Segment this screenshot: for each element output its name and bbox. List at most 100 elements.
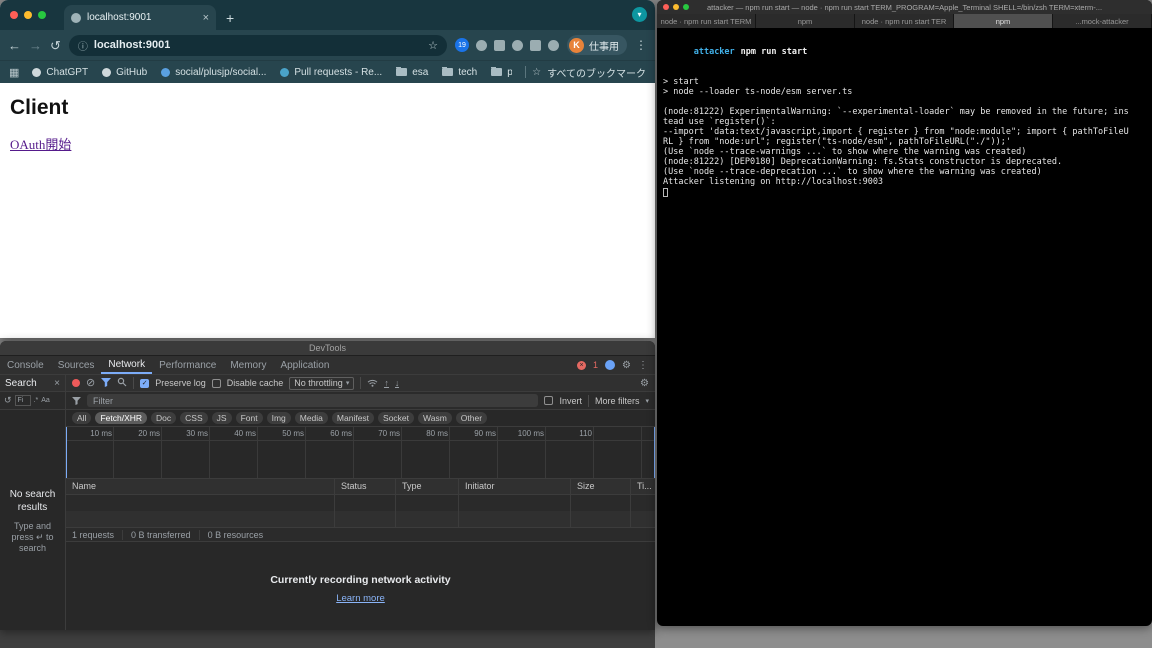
network-conditions-icon[interactable]: [367, 374, 378, 392]
network-filter-chip[interactable]: CSS: [180, 412, 208, 424]
devtools-menu-icon[interactable]: ⋮: [638, 360, 648, 371]
devtools-panel-tab[interactable]: Memory: [223, 356, 273, 374]
network-filter-chip[interactable]: Doc: [151, 412, 177, 424]
zoom-button[interactable]: [683, 4, 689, 10]
invert-label[interactable]: Invert: [559, 396, 582, 406]
network-filter-chip[interactable]: Wasm: [418, 412, 452, 424]
zoom-button[interactable]: [38, 11, 46, 19]
extension-icon[interactable]: [494, 39, 505, 51]
back-icon[interactable]: ←: [8, 39, 21, 52]
search-input[interactable]: Fi: [14, 395, 31, 406]
forward-icon[interactable]: →: [29, 39, 42, 52]
network-filter-chip[interactable]: Font: [235, 412, 263, 424]
export-har-icon[interactable]: ↓: [394, 378, 400, 388]
network-column-header[interactable]: Name: [66, 479, 335, 494]
bookmark-item[interactable]: ChatGPT: [32, 67, 88, 78]
extension-badge-icon[interactable]: 19: [455, 38, 469, 52]
devtools-titlebar: DevTools: [0, 341, 655, 356]
bookmark-item[interactable]: social/plusjp/social...: [161, 67, 266, 78]
extension-icon[interactable]: [548, 39, 559, 51]
issues-count-icon[interactable]: [605, 360, 616, 370]
bookmark-item[interactable]: Pull requests - Re...: [280, 67, 382, 78]
close-search-panel-icon[interactable]: ×: [54, 378, 60, 389]
terminal-tab[interactable]: npm: [954, 14, 1053, 28]
invert-checkbox[interactable]: [544, 396, 554, 405]
terminal-tab[interactable]: npm: [756, 14, 855, 28]
network-settings-gear-icon[interactable]: ⚙: [640, 378, 649, 389]
network-column-header[interactable]: Initiator: [459, 479, 571, 494]
learn-more-link[interactable]: Learn more: [336, 593, 385, 604]
network-column-header[interactable]: Type: [396, 479, 459, 494]
terminal-tab[interactable]: node · npm run start TERM: [657, 14, 756, 28]
extension-icon[interactable]: [476, 39, 487, 51]
new-tab-button[interactable]: +: [226, 10, 234, 26]
close-button[interactable]: [663, 4, 669, 10]
minimize-button[interactable]: [24, 11, 32, 19]
record-network-log-button[interactable]: [72, 379, 80, 387]
network-column-header[interactable]: Ti...: [631, 479, 655, 494]
bookmark-label: social/plusjp/social...: [175, 66, 267, 78]
throttling-select[interactable]: No throttling ▾: [289, 376, 355, 390]
match-case-toggle[interactable]: Aa: [41, 397, 50, 404]
profile-chip[interactable]: K 仕事用: [567, 35, 627, 55]
network-filter-chip[interactable]: Img: [266, 412, 291, 424]
timeline-tick-label: 80 ms: [426, 429, 448, 438]
devtools-panel-tab[interactable]: Network: [101, 356, 153, 374]
chevron-down-icon: ▾: [645, 397, 649, 405]
preserve-log-checkbox[interactable]: ✓: [140, 378, 150, 388]
reload-icon[interactable]: ↺: [50, 39, 61, 52]
bookmark-item[interactable]: esa: [396, 66, 428, 78]
prompt-host: attacker: [693, 47, 735, 57]
terminal-tab[interactable]: ...mock-attacker: [1053, 14, 1152, 28]
import-har-icon[interactable]: ↑: [384, 378, 389, 388]
browser-menu-icon[interactable]: ⋮: [635, 38, 647, 52]
search-panel-header: Search ×: [0, 375, 65, 392]
network-overview-timeline[interactable]: 10 ms 20 ms 30 ms 40 ms 50 ms 60 ms 70 m…: [66, 427, 655, 479]
network-filter-chip[interactable]: Fetch/XHR: [95, 412, 148, 424]
bookmark-item[interactable]: platforms: [491, 66, 512, 78]
devtools-panel-tab[interactable]: Application: [273, 356, 336, 374]
filter-icon[interactable]: [101, 374, 112, 392]
network-filter-chip[interactable]: JS: [211, 412, 232, 424]
all-bookmarks[interactable]: ☆ すべてのブックマーク: [525, 65, 646, 80]
bookmark-item[interactable]: GitHub: [102, 67, 147, 78]
settings-gear-icon[interactable]: ⚙: [622, 360, 631, 371]
devtools-panel-tab[interactable]: Performance: [152, 356, 223, 374]
network-filter-chip[interactable]: Socket: [378, 412, 415, 424]
terminal-tab[interactable]: node · npm run start TER: [855, 14, 954, 28]
clear-network-log-icon[interactable]: ⊘: [86, 377, 95, 389]
site-info-icon[interactable]: ⓘ: [78, 38, 88, 53]
more-filters-label[interactable]: More filters: [595, 396, 640, 406]
timeline-tick-label: 60 ms: [330, 429, 352, 438]
devtools-panel-tab[interactable]: Sources: [51, 356, 102, 374]
bookmark-item[interactable]: tech: [442, 66, 477, 78]
extension-icon[interactable]: [530, 39, 541, 51]
bookmark-star-icon[interactable]: ☆: [428, 39, 438, 52]
devtools-panel-tab[interactable]: Console: [0, 356, 51, 374]
network-filter-chip[interactable]: All: [72, 412, 92, 424]
network-column-header[interactable]: Size: [571, 479, 631, 494]
apps-grid-icon[interactable]: ▦: [9, 66, 19, 79]
address-bar[interactable]: ⓘ localhost:9001 ☆: [68, 34, 447, 56]
tab-close-icon[interactable]: ×: [203, 12, 209, 23]
network-filter-chip[interactable]: Media: [294, 412, 328, 424]
minimize-button[interactable]: [673, 4, 679, 10]
tab-strip-chevron-button[interactable]: ▾: [632, 7, 647, 22]
timeline-tick-label: 10 ms: [90, 429, 112, 438]
network-column-header[interactable]: Status: [335, 479, 396, 494]
close-button[interactable]: [10, 11, 18, 19]
browser-tab[interactable]: localhost:9001 ×: [64, 5, 216, 30]
network-filter-chip[interactable]: Other: [455, 412, 488, 424]
refresh-search-icon[interactable]: ↺: [4, 395, 12, 406]
disable-cache-checkbox[interactable]: [211, 378, 221, 388]
regex-toggle[interactable]: .*: [34, 397, 39, 404]
extension-icon[interactable]: [512, 39, 523, 51]
network-filter-input[interactable]: Filter: [87, 394, 539, 407]
preserve-log-label[interactable]: Preserve log: [155, 378, 206, 388]
terminal-output[interactable]: attacker npm run start > start > node --l…: [657, 29, 1152, 205]
error-icon[interactable]: ×: [577, 360, 587, 370]
disable-cache-label[interactable]: Disable cache: [227, 378, 284, 388]
network-filter-chip[interactable]: Manifest: [331, 412, 375, 424]
oauth-start-link[interactable]: OAuth開始: [10, 134, 71, 153]
search-icon[interactable]: [117, 374, 127, 392]
